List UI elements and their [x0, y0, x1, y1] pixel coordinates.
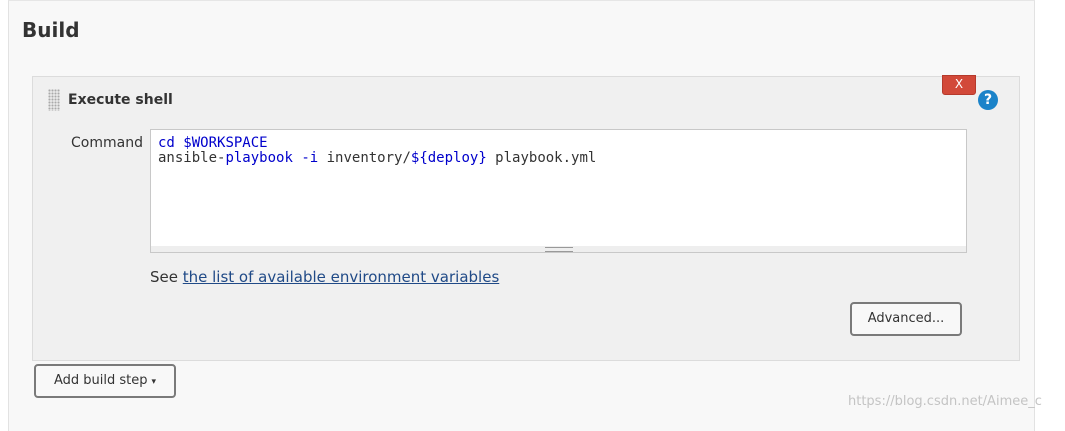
drag-handle-icon[interactable]: [48, 89, 60, 111]
env-vars-text: See the list of available environment va…: [150, 268, 499, 286]
code-token: ansible-: [158, 150, 226, 166]
section-title: Build: [22, 18, 80, 42]
step-title: Execute shell: [68, 92, 173, 108]
advanced-button[interactable]: Advanced...: [850, 302, 962, 336]
code-token: cd: [158, 135, 175, 151]
code-token: inventory/: [318, 150, 411, 166]
command-label: Command: [71, 135, 143, 151]
help-icon[interactable]: ?: [978, 90, 998, 110]
resize-grip-icon: [545, 247, 573, 252]
add-build-step-label: Add build step: [53, 373, 148, 388]
watermark: https://blog.csdn.net/Aimee_c: [848, 394, 1042, 409]
delete-step-button[interactable]: X: [942, 75, 976, 95]
env-vars-prefix: See: [150, 268, 183, 286]
code-token: $WORKSPACE: [183, 135, 268, 151]
add-build-step-button[interactable]: Add build step ▾: [34, 364, 176, 398]
env-vars-link[interactable]: the list of available environment variab…: [183, 268, 500, 286]
textarea-resize-handle[interactable]: [150, 246, 967, 253]
command-textarea[interactable]: cd $WORKSPACE ansible-playbook -i invent…: [150, 129, 967, 251]
command-code: cd $WORKSPACE ansible-playbook -i invent…: [158, 136, 596, 166]
code-token: playbook: [225, 150, 293, 166]
code-token: playbook.yml: [486, 150, 597, 166]
code-token: ${deploy}: [410, 150, 487, 166]
caret-down-icon: ▾: [151, 377, 157, 387]
code-token: -i: [301, 150, 319, 166]
